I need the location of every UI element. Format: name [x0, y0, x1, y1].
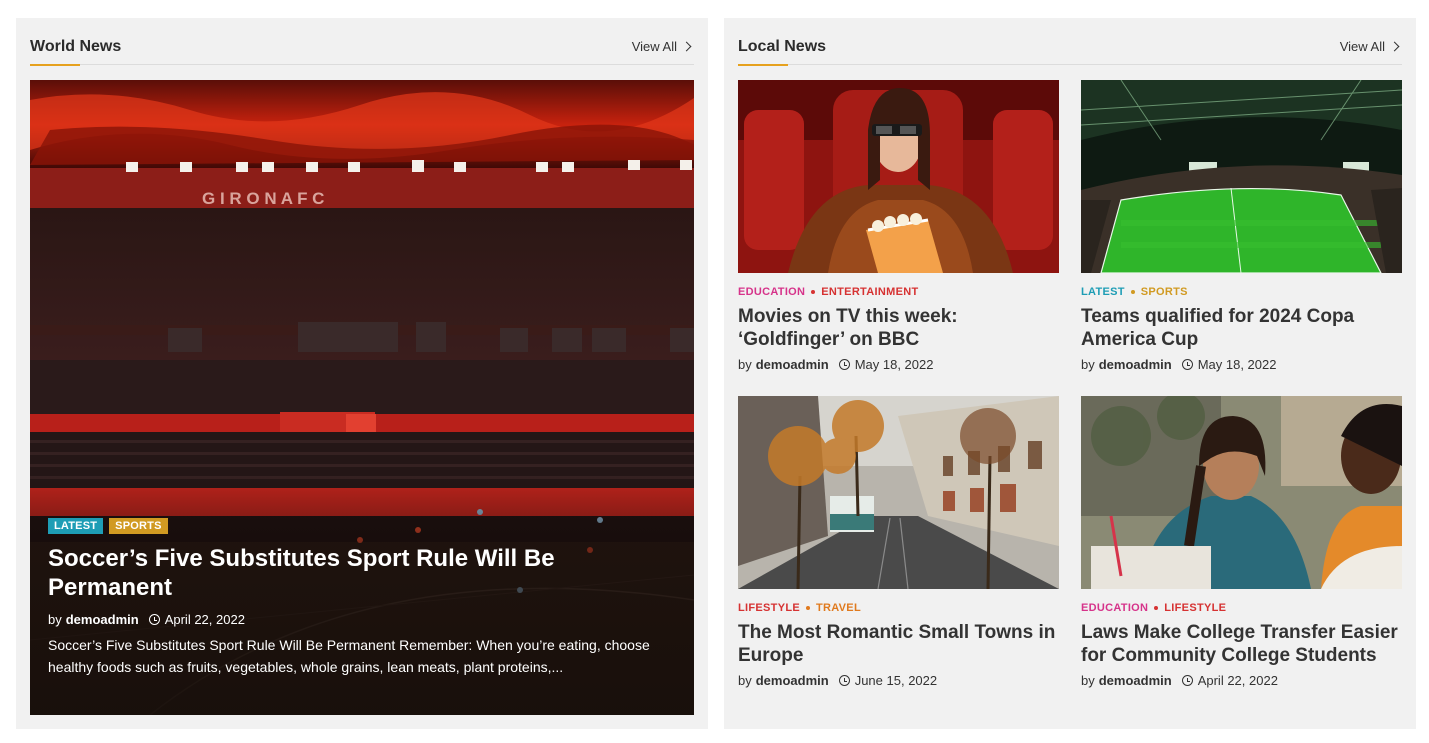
- by-label: by: [1081, 357, 1095, 372]
- clock-icon: [1181, 675, 1193, 686]
- author-link[interactable]: demoadmin: [1099, 357, 1172, 372]
- clock-icon: [838, 359, 850, 370]
- clock-icon: [838, 675, 850, 686]
- cinema-image[interactable]: [738, 80, 1059, 273]
- title-underline: [30, 64, 80, 66]
- category-link[interactable]: LIFESTYLE: [738, 602, 800, 614]
- featured-meta: by demoadmin April 22, 2022: [48, 612, 676, 627]
- by-label: by: [1081, 673, 1095, 688]
- section-title: World News: [30, 38, 122, 55]
- local-news-section: Local News View All EDUCATION ENTERTAINM…: [724, 18, 1416, 729]
- title-underline: [738, 64, 788, 66]
- category-separator: [811, 290, 816, 294]
- clock-icon: [148, 614, 160, 625]
- clock-icon: [1181, 359, 1193, 370]
- article-title[interactable]: Teams qualified for 2024 Copa America Cu…: [1081, 305, 1402, 351]
- section-title: Local News: [738, 38, 827, 55]
- article-card: LIFESTYLE TRAVEL The Most Romantic Small…: [738, 396, 1059, 688]
- by-label: by: [738, 357, 752, 372]
- post-date: June 15, 2022: [854, 673, 938, 688]
- category-separator: [1154, 606, 1159, 610]
- badge-sports[interactable]: SPORTS: [109, 518, 168, 534]
- category-link[interactable]: LIFESTYLE: [1164, 602, 1226, 614]
- section-header: World News View All: [30, 36, 694, 66]
- category-link[interactable]: LATEST: [1081, 286, 1125, 298]
- author-link[interactable]: demoadmin: [66, 612, 139, 627]
- post-date: April 22, 2022: [164, 612, 245, 627]
- article-card: EDUCATION LIFESTYLE Laws Make College Tr…: [1081, 396, 1402, 688]
- article-meta: by demoadmin May 18, 2022: [1081, 357, 1402, 372]
- world-news-section: World News View All G I R O N A F C LATE…: [16, 18, 708, 729]
- category-link[interactable]: SPORTS: [1141, 286, 1188, 298]
- article-card: LATEST SPORTS Teams qualified for 2024 C…: [1081, 80, 1402, 372]
- article-meta: by demoadmin June 15, 2022: [738, 673, 1059, 688]
- view-all-label: View All: [631, 39, 677, 54]
- town-street-image[interactable]: [738, 396, 1059, 589]
- stadium-sign-text: G I R O N A F C: [202, 189, 324, 208]
- chevron-right-icon: [1389, 41, 1400, 52]
- article-categories: LIFESTYLE TRAVEL: [738, 602, 1059, 614]
- featured-title[interactable]: Soccer’s Five Substitutes Sport Rule Wil…: [48, 544, 676, 602]
- article-meta: by demoadmin April 22, 2022: [1081, 673, 1402, 688]
- stadium-image[interactable]: [1081, 80, 1402, 273]
- post-date: April 22, 2022: [1197, 673, 1278, 688]
- featured-article[interactable]: G I R O N A F C LATEST SPORTS Soccer’s F…: [30, 80, 694, 715]
- section-header: Local News View All: [738, 36, 1402, 66]
- students-image[interactable]: [1081, 396, 1402, 589]
- featured-excerpt: Soccer’s Five Substitutes Sport Rule Wil…: [48, 637, 650, 675]
- view-all-link[interactable]: View All: [1339, 39, 1400, 54]
- category-link[interactable]: TRAVEL: [816, 602, 861, 614]
- article-categories: LATEST SPORTS: [1081, 286, 1402, 298]
- category-link[interactable]: EDUCATION: [1081, 602, 1148, 614]
- by-label: by: [738, 673, 752, 688]
- article-meta: by demoadmin May 18, 2022: [738, 357, 1059, 372]
- post-date: May 18, 2022: [854, 357, 934, 372]
- article-categories: EDUCATION LIFESTYLE: [1081, 602, 1402, 614]
- category-separator: [805, 606, 810, 610]
- article-categories: EDUCATION ENTERTAINMENT: [738, 286, 1059, 298]
- category-link[interactable]: ENTERTAINMENT: [821, 286, 918, 298]
- badge-latest[interactable]: LATEST: [48, 518, 104, 534]
- article-title[interactable]: Laws Make College Transfer Easier for Co…: [1081, 621, 1402, 667]
- category-separator: [1130, 290, 1135, 294]
- featured-content: LATEST SPORTS Soccer’s Five Substitutes …: [48, 518, 676, 678]
- author-link[interactable]: demoadmin: [756, 357, 829, 372]
- by-label: by: [48, 612, 62, 627]
- view-all-label: View All: [1339, 39, 1385, 54]
- featured-badges: LATEST SPORTS: [48, 518, 676, 534]
- author-link[interactable]: demoadmin: [1099, 673, 1172, 688]
- category-link[interactable]: EDUCATION: [738, 286, 805, 298]
- article-title[interactable]: The Most Romantic Small Towns in Europe: [738, 621, 1059, 667]
- article-card: EDUCATION ENTERTAINMENT Movies on TV thi…: [738, 80, 1059, 372]
- chevron-right-icon: [681, 41, 692, 52]
- author-link[interactable]: demoadmin: [756, 673, 829, 688]
- article-title[interactable]: Movies on TV this week: ‘Goldfinger’ on …: [738, 305, 1059, 351]
- post-date: May 18, 2022: [1197, 357, 1277, 372]
- view-all-link[interactable]: View All: [631, 39, 692, 54]
